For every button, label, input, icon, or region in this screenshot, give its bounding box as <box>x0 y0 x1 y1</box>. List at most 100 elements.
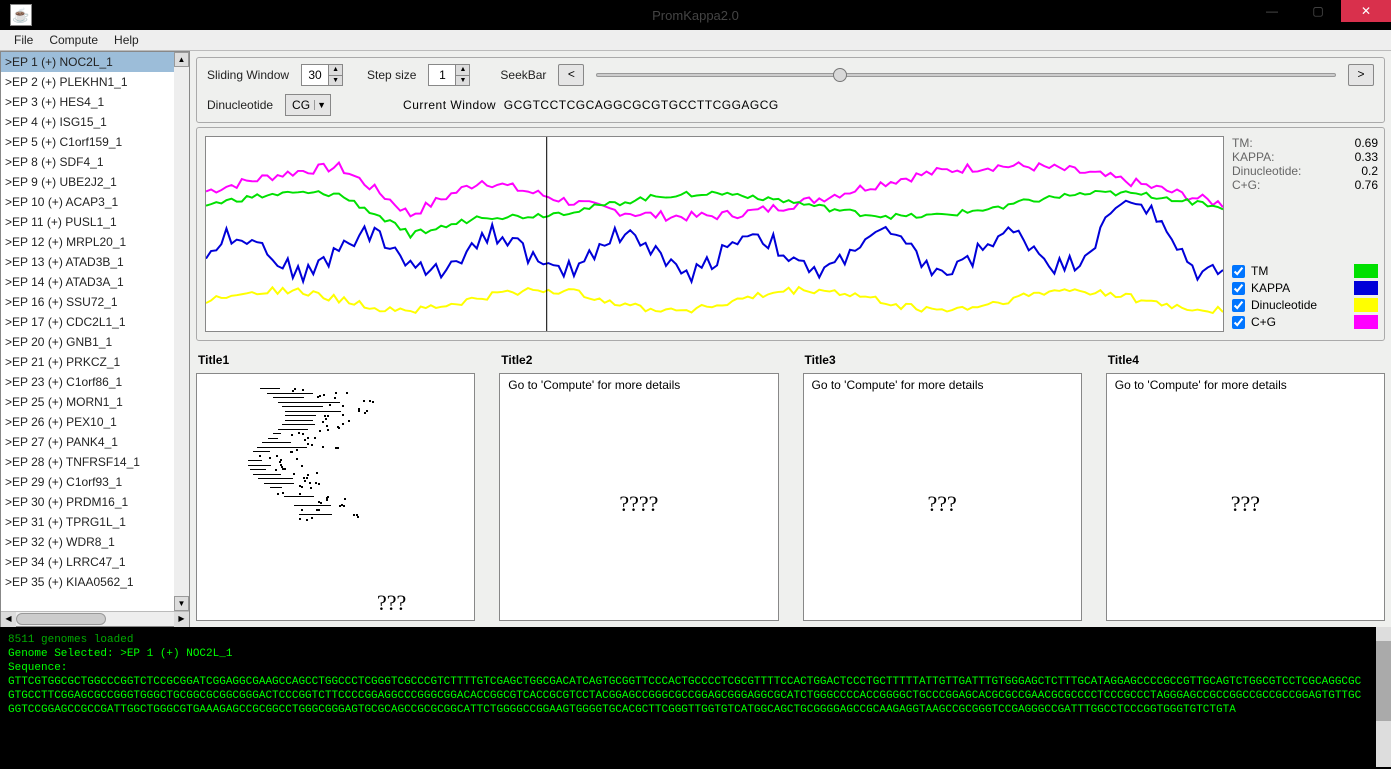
list-item[interactable]: >EP 5 (+) C1orf159_1 <box>1 132 189 152</box>
stat-kappa-value: 0.33 <box>1355 150 1378 164</box>
spinner-down-icon[interactable]: ▼ <box>328 76 342 86</box>
list-item[interactable]: >EP 3 (+) HES4_1 <box>1 92 189 112</box>
legend-kappa-checkbox[interactable] <box>1232 282 1245 295</box>
panel-4-body: Go to 'Compute' for more details ??? <box>1106 373 1385 621</box>
stat-tm-label: TM: <box>1232 136 1253 150</box>
list-item[interactable]: >EP 31 (+) TPRG1L_1 <box>1 512 189 532</box>
list-item[interactable]: >EP 20 (+) GNB1_1 <box>1 332 189 352</box>
list-item[interactable]: >EP 34 (+) LRRC47_1 <box>1 552 189 572</box>
menu-compute[interactable]: Compute <box>41 31 106 49</box>
list-scroll-track[interactable] <box>174 67 189 596</box>
list-item[interactable]: >EP 1 (+) NOC2L_1 <box>1 52 189 72</box>
maximize-button[interactable]: ▢ <box>1295 0 1341 22</box>
panel-1-title: Title1 <box>196 351 475 369</box>
console-line: GTTCGTGGCGCTGGCCCGGTCTCCGCGGATCGGAGGCGAA… <box>8 675 1383 717</box>
genome-list: ▲ ▼ >EP 1 (+) NOC2L_1>EP 2 (+) PLEKHN1_1… <box>0 51 190 627</box>
seek-next-button[interactable]: > <box>1348 64 1374 86</box>
legend-kappa-label: KAPPA <box>1251 281 1290 295</box>
hscroll-right-icon[interactable]: ▶ <box>174 612 189 627</box>
swatch-tm <box>1354 264 1378 278</box>
stat-din-value: 0.2 <box>1361 164 1378 178</box>
stat-din-label: Dinucleotide: <box>1232 164 1301 178</box>
scatter-plot <box>205 378 466 497</box>
spinner-down-icon[interactable]: ▼ <box>455 76 469 86</box>
legend-din-checkbox[interactable] <box>1232 299 1245 312</box>
hscroll-thumb[interactable] <box>16 613 106 625</box>
seek-prev-button[interactable]: < <box>558 64 584 86</box>
main-chart[interactable] <box>205 136 1224 332</box>
legend-tm-checkbox[interactable] <box>1232 265 1245 278</box>
list-item[interactable]: >EP 13 (+) ATAD3B_1 <box>1 252 189 272</box>
panel-1-body: ??? <box>196 373 475 621</box>
step-size-spinner[interactable]: ▲▼ <box>428 64 470 86</box>
list-item[interactable]: >EP 17 (+) CDC2L1_1 <box>1 312 189 332</box>
panel-3-msg: Go to 'Compute' for more details <box>812 378 1073 392</box>
stat-cg-label: C+G: <box>1232 178 1260 192</box>
swatch-cg <box>1354 315 1378 329</box>
panel-2-msg: Go to 'Compute' for more details <box>508 378 769 392</box>
legend-din-label: Dinucleotide <box>1251 298 1317 312</box>
window-titlebar: ☕ PromKappa2.0 — ▢ ✕ <box>0 0 1391 30</box>
sliding-window-input[interactable] <box>302 65 328 85</box>
swatch-din <box>1354 298 1378 312</box>
step-size-label: Step size <box>367 68 416 82</box>
menu-file[interactable]: File <box>6 31 41 49</box>
legend-cg-checkbox[interactable] <box>1232 316 1245 329</box>
stat-cg-value: 0.76 <box>1355 178 1378 192</box>
list-item[interactable]: >EP 8 (+) SDF4_1 <box>1 152 189 172</box>
console-vscroll[interactable] <box>1376 627 1391 767</box>
seekbar-label: SeekBar <box>500 68 546 82</box>
list-item[interactable]: >EP 21 (+) PRKCZ_1 <box>1 352 189 372</box>
sliding-window-spinner[interactable]: ▲▼ <box>301 64 343 86</box>
controls-panel: Sliding Window ▲▼ Step size ▲▼ SeekBar <… <box>196 57 1385 123</box>
seek-slider-thumb[interactable] <box>833 68 847 82</box>
list-item[interactable]: >EP 23 (+) C1orf86_1 <box>1 372 189 392</box>
spinner-up-icon[interactable]: ▲ <box>328 65 342 76</box>
hscroll-left-icon[interactable]: ◀ <box>1 612 16 627</box>
current-window-label: Current Window <box>403 98 496 112</box>
panel-4-msg: Go to 'Compute' for more details <box>1115 378 1376 392</box>
chevron-down-icon: ▼ <box>314 100 328 110</box>
list-item[interactable]: >EP 4 (+) ISG15_1 <box>1 112 189 132</box>
list-scroll-up-icon[interactable]: ▲ <box>174 52 189 67</box>
spinner-up-icon[interactable]: ▲ <box>455 65 469 76</box>
dinucleotide-select[interactable]: CG ▼ <box>285 94 331 116</box>
list-item[interactable]: >EP 25 (+) MORN1_1 <box>1 392 189 412</box>
menu-help[interactable]: Help <box>106 31 147 49</box>
list-scroll-down-icon[interactable]: ▼ <box>174 596 189 611</box>
console-line: Sequence: <box>8 661 1383 675</box>
list-item[interactable]: >EP 28 (+) TNFRSF14_1 <box>1 452 189 472</box>
list-item[interactable]: >EP 16 (+) SSU72_1 <box>1 292 189 312</box>
list-item[interactable]: >EP 30 (+) PRDM16_1 <box>1 492 189 512</box>
list-item[interactable]: >EP 2 (+) PLEKHN1_1 <box>1 72 189 92</box>
menu-bar: File Compute Help <box>0 30 1391 51</box>
step-size-input[interactable] <box>429 65 455 85</box>
list-hscroll[interactable]: ◀ ▶ <box>1 611 189 626</box>
panel-2-big: ???? <box>508 392 769 616</box>
panel-3-big: ??? <box>812 392 1073 616</box>
list-item[interactable]: >EP 14 (+) ATAD3A_1 <box>1 272 189 292</box>
list-item[interactable]: >EP 26 (+) PEX10_1 <box>1 412 189 432</box>
panel-3-body: Go to 'Compute' for more details ??? <box>803 373 1082 621</box>
close-button[interactable]: ✕ <box>1341 0 1391 22</box>
list-item[interactable]: >EP 32 (+) WDR8_1 <box>1 532 189 552</box>
list-item[interactable]: >EP 11 (+) PUSL1_1 <box>1 212 189 232</box>
console-vscroll-thumb[interactable] <box>1376 641 1391 721</box>
list-item[interactable]: >EP 9 (+) UBE2J2_1 <box>1 172 189 192</box>
console-output: 8511 genomes loadedGenome Selected: >EP … <box>0 627 1391 767</box>
list-item[interactable]: >EP 27 (+) PANK4_1 <box>1 432 189 452</box>
list-item[interactable]: >EP 29 (+) C1orf93_1 <box>1 472 189 492</box>
list-item[interactable]: >EP 10 (+) ACAP3_1 <box>1 192 189 212</box>
panel-4-title: Title4 <box>1106 351 1385 369</box>
dinucleotide-value: CG <box>292 98 310 112</box>
window-title: PromKappa2.0 <box>652 8 739 23</box>
list-item[interactable]: >EP 35 (+) KIAA0562_1 <box>1 572 189 592</box>
stat-tm-value: 0.69 <box>1355 136 1378 150</box>
console-line: 8511 genomes loaded <box>8 633 1383 647</box>
legend-cg-label: C+G <box>1251 315 1276 329</box>
list-item[interactable]: >EP 12 (+) MRPL20_1 <box>1 232 189 252</box>
panel-3-title: Title3 <box>803 351 1082 369</box>
seek-slider[interactable] <box>596 64 1336 86</box>
panel-2-body: Go to 'Compute' for more details ???? <box>499 373 778 621</box>
minimize-button[interactable]: — <box>1249 0 1295 22</box>
